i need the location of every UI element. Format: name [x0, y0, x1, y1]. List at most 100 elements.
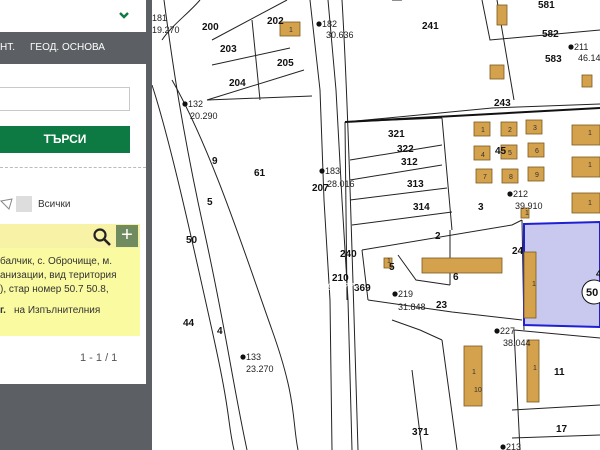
building-number: 2	[508, 127, 512, 134]
survey-point-label: 133	[246, 352, 261, 362]
survey-point-label: 132	[188, 99, 203, 109]
building-number: 5	[508, 150, 512, 157]
parcel-number: 50	[186, 235, 198, 246]
survey-point-icon	[240, 354, 246, 360]
survey-point-icon	[319, 168, 325, 174]
search-button[interactable]: ТЪРСИ	[0, 126, 130, 153]
survey-point-label: 31.848	[398, 302, 426, 312]
survey-point-icon	[494, 328, 500, 334]
parcel-number: 3	[478, 202, 484, 213]
building-number: 1	[387, 258, 391, 265]
survey-point-label: 211	[574, 42, 588, 52]
survey-point-label: 182	[322, 19, 337, 29]
parcel-number: 11	[554, 367, 565, 378]
building-number: 4	[481, 152, 485, 159]
parcel-number: 581	[538, 0, 555, 11]
parcel-number: 322	[397, 144, 414, 155]
parcel-number: 241	[422, 21, 439, 32]
building-number: 1	[289, 27, 293, 34]
result-prefix: г.	[0, 305, 6, 316]
survey-point-label: 19.270	[152, 25, 180, 35]
pager: 1 - 1 / 1	[80, 352, 118, 364]
parcel-number: 583	[545, 54, 562, 65]
panel-tabs: НТ. ГЕОД. ОСНОВА	[0, 32, 146, 64]
survey-point-label: 213	[506, 442, 521, 450]
parcel-number: 23	[436, 300, 448, 311]
building-number: 9	[535, 172, 539, 179]
map-canvas[interactable]: 50 2002022032052042415815825832433213223…	[152, 0, 600, 450]
parcel-number: 9	[212, 156, 218, 167]
search-input[interactable]	[0, 87, 130, 111]
survey-point-label: 46.14	[578, 53, 600, 63]
buildings	[279, 4, 600, 407]
parcel-number: 243	[494, 98, 511, 109]
building-number: 8	[509, 174, 513, 181]
survey-point-icon	[316, 21, 322, 27]
building-number: 1	[588, 130, 592, 137]
parcel-number: 17	[556, 424, 568, 435]
parcel-number: 312	[401, 157, 418, 168]
parcel-number: 2	[435, 231, 441, 242]
survey-point-icon	[568, 44, 574, 50]
survey-point-label: 183	[325, 166, 340, 176]
survey-point-icon	[182, 101, 188, 107]
parcel-number: 240	[340, 249, 357, 260]
survey-point-label: 28.016	[327, 179, 355, 189]
parcel-number: 61	[254, 168, 266, 179]
building-number: 1	[472, 369, 476, 376]
parcel-number: 45	[596, 269, 600, 280]
survey-point-icon	[500, 444, 506, 450]
survey-point-label: 219	[398, 289, 413, 299]
highlight-label: 50	[586, 287, 598, 299]
result-line: анизации, вид територия	[0, 270, 117, 281]
divider	[0, 167, 146, 168]
survey-point-label: 30.636	[326, 30, 354, 40]
survey-point-label: 212	[513, 189, 528, 199]
tab-cadastre[interactable]: НТ.	[0, 42, 15, 53]
chevron-down-icon[interactable]	[118, 9, 130, 21]
survey-point-label: 20.290	[190, 111, 218, 121]
parcel-number: 44	[183, 318, 195, 329]
parcel-number: 4	[217, 326, 223, 337]
all-checkbox[interactable]	[16, 196, 32, 212]
building-number: 1	[588, 162, 592, 169]
building-number: 6	[535, 148, 539, 155]
building-number: 1	[533, 365, 537, 372]
parcel-number: 204	[229, 78, 246, 89]
parcel-number: 6	[453, 272, 459, 283]
survey-point-label: 181	[152, 13, 167, 23]
parcel-number: 582	[542, 29, 559, 40]
watermark: ao.bg/99@777	[294, 282, 360, 293]
parcel-number: 321	[388, 129, 405, 140]
parcel-number: 313	[407, 179, 424, 190]
result-line: на Изпълнителния	[14, 305, 101, 316]
panel-header	[0, 0, 146, 32]
survey-point-icon	[392, 291, 398, 297]
parcel-number: 5	[207, 197, 213, 208]
tab-geodetic-base[interactable]: ГЕОД. ОСНОВА	[30, 42, 105, 53]
search-icon[interactable]	[92, 227, 112, 247]
building-number: 1	[481, 127, 485, 134]
cadastral-map[interactable]: 50 200 202 203 205 204 241 581 582 583 243 321 322 3…	[152, 0, 600, 450]
parcel-number: 24	[512, 246, 524, 257]
search-panel: НТ. ГЕОД. ОСНОВА ТЪРСИ Всички + балчик, …	[0, 0, 146, 450]
parcel-number: 200	[202, 22, 219, 33]
survey-point-label: 38.044	[503, 338, 531, 348]
result-card[interactable]: балчик, с. Оброчище, м. анизации, вид те…	[0, 248, 140, 336]
layer-shape-icon[interactable]	[0, 198, 14, 210]
parcel-number: 45	[495, 146, 507, 157]
parcel-number: 205	[277, 58, 294, 69]
plus-icon[interactable]: +	[116, 225, 138, 247]
panel-footer	[0, 384, 146, 450]
building-number: 1	[525, 210, 529, 217]
survey-point-icon	[507, 191, 513, 197]
parcel-number: 371	[412, 427, 429, 438]
result-line: балчик, с. Оброчище, м.	[0, 256, 113, 267]
parcel-number: 202	[267, 16, 284, 27]
result-line: ), стар номер 50.7 50.8,	[0, 284, 109, 295]
building-number: 3	[533, 125, 537, 132]
building-number: 1	[532, 281, 536, 288]
building-number: 1	[588, 200, 592, 207]
building-number: 10	[474, 387, 482, 394]
all-label: Всички	[38, 199, 71, 210]
